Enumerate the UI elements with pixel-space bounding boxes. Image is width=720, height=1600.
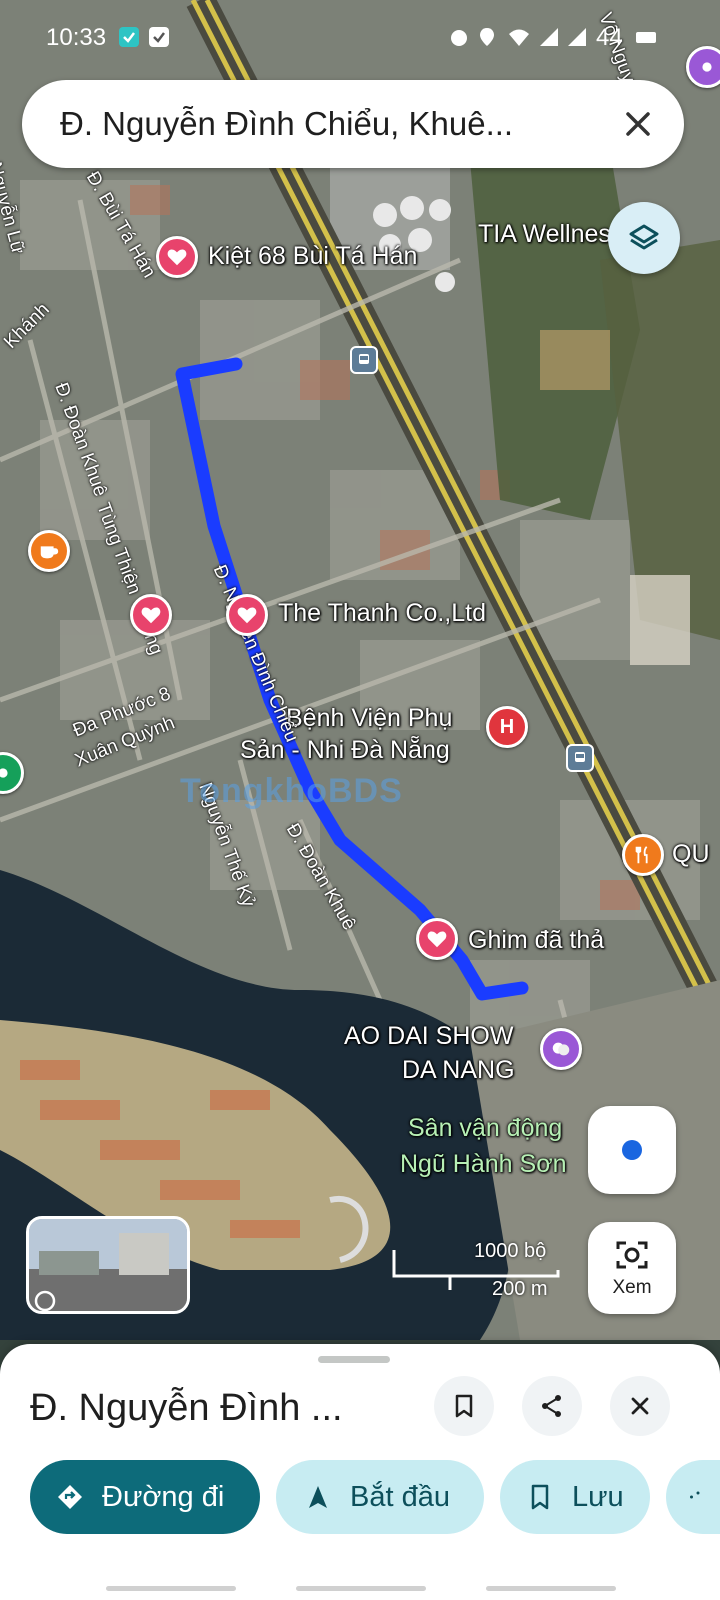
street-view-image [29, 1219, 187, 1311]
poi-label-benh-vien-line2[interactable]: Sản - Nhi Đà Nẵng [240, 736, 450, 765]
bus-stop-icon[interactable] [350, 346, 378, 374]
place-title: Đ. Nguyễn Đình ... [30, 1387, 343, 1429]
directions-button[interactable]: Đường đi [30, 1460, 260, 1534]
poi-label-thanh-co[interactable]: The Thanh Co.,Ltd [278, 599, 486, 628]
street-view-thumbnail[interactable] [26, 1216, 190, 1314]
app-notification-icon [119, 27, 139, 47]
heart-icon [237, 607, 257, 624]
poi-label-ao-dai-line2[interactable]: DA NANG [402, 1056, 515, 1085]
theater-masks-icon [552, 1042, 570, 1056]
scale-feet: 1000 bộ [474, 1240, 547, 1262]
signal-icon [568, 28, 586, 46]
bookmark-icon [531, 1484, 549, 1510]
layers-icon [629, 224, 659, 250]
save-button[interactable]: Lưu [500, 1460, 650, 1534]
poi-label-benh-vien-line1[interactable]: Bệnh Viện Phụ [286, 704, 452, 733]
favorite-pin-kiet68[interactable] [156, 236, 198, 278]
restaurant-pin[interactable] [622, 834, 664, 876]
status-time: 10:33 [46, 24, 107, 51]
navigation-arrow-icon [309, 1486, 327, 1508]
share-icon [542, 1395, 561, 1417]
alarm-icon [451, 30, 467, 46]
bus-icon [359, 354, 369, 364]
battery-level: 44 [596, 24, 623, 51]
nav-indicator [486, 1586, 616, 1591]
watermark: TongkhoBDS [180, 772, 403, 810]
heart-icon [141, 607, 161, 624]
bookmark-icon [455, 1394, 473, 1418]
bus-icon [575, 752, 585, 762]
poi-label-kiet68[interactable]: Kiệt 68 Bùi Tá Hán [208, 242, 417, 271]
poi-label-ao-dai-line1[interactable]: AO DAI SHOW [344, 1022, 513, 1051]
search-query-text[interactable]: Đ. Nguyễn Đình Chiểu, Khuê... [60, 105, 600, 143]
coffee-cup-icon [40, 546, 59, 559]
gesture-navigation-bar [0, 1580, 720, 1600]
share-button[interactable] [522, 1376, 582, 1436]
poi-label-qu[interactable]: QU [672, 840, 710, 869]
lens-label: Xem [612, 1277, 652, 1298]
status-bar: 10:33 44 [0, 0, 720, 72]
search-bar[interactable]: Đ. Nguyễn Đình Chiểu, Khuê... [22, 80, 684, 168]
nav-indicator [296, 1586, 426, 1591]
close-sheet-button[interactable] [610, 1376, 670, 1436]
favorite-pin-tung-thien[interactable] [130, 594, 172, 636]
poi-label-san-line2[interactable]: Ngũ Hành Sơn [400, 1150, 567, 1179]
nav-indicator [106, 1586, 236, 1591]
heart-icon [167, 249, 187, 266]
theater-pin[interactable] [540, 1028, 582, 1070]
poi-label-san-line1[interactable]: Sân vận động [408, 1114, 562, 1143]
my-location-button[interactable] [588, 1106, 676, 1194]
drag-handle[interactable] [318, 1356, 390, 1363]
share-chip-button[interactable] [666, 1460, 720, 1534]
close-icon[interactable] [616, 102, 660, 146]
poi-label-tia[interactable]: TIA Wellness [478, 220, 623, 249]
start-button[interactable]: Bắt đầu [276, 1460, 484, 1534]
favorite-pin-ghim[interactable] [416, 918, 458, 960]
scale-meters: 200 m [492, 1278, 548, 1300]
directions-icon [58, 1485, 82, 1509]
place-icon [0, 768, 8, 778]
camera-lens-icon [616, 1241, 648, 1269]
share-icon [690, 1491, 700, 1499]
hospital-icon: H [499, 715, 515, 738]
favorite-pin-thanh-co[interactable] [226, 594, 268, 636]
cafe-pin[interactable] [28, 530, 70, 572]
lens-view-button[interactable]: Xem [588, 1222, 676, 1314]
start-label: Bắt đầu [350, 1480, 450, 1513]
place-bottom-sheet[interactable]: Đ. Nguyễn Đình ... Đường đi Bắt đầu Lưu [0, 1344, 720, 1600]
bus-stop-icon[interactable] [566, 744, 594, 772]
signal-icon [540, 28, 558, 46]
dropped-pin-label[interactable]: Ghim đã thả [468, 926, 604, 955]
location-icon [480, 28, 494, 46]
heart-icon [427, 931, 447, 948]
save-label: Lưu [572, 1480, 624, 1513]
directions-label: Đường đi [102, 1480, 225, 1513]
hospital-pin[interactable]: H [486, 706, 528, 748]
battery-icon [636, 32, 656, 43]
my-location-icon [622, 1140, 642, 1160]
layers-button[interactable] [608, 202, 680, 274]
wifi-icon [509, 29, 529, 46]
bookmark-button[interactable] [434, 1376, 494, 1436]
close-icon [631, 1397, 649, 1415]
check-notification-icon [149, 27, 169, 47]
fork-knife-icon [635, 846, 648, 864]
